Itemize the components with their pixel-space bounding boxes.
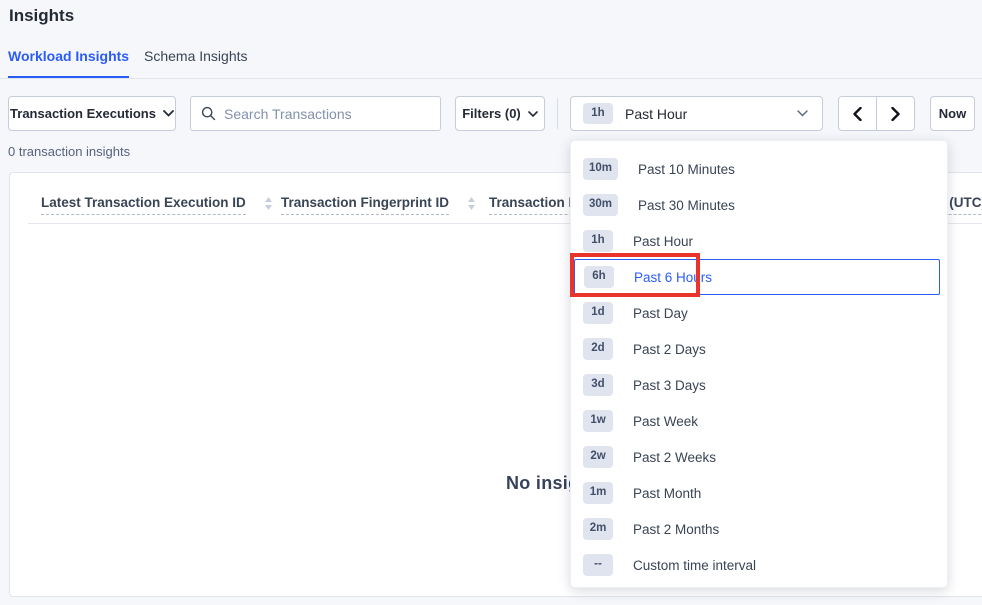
- time-option-past-10-minutes[interactable]: 10m Past 10 Minutes: [571, 151, 947, 187]
- time-option-past-month[interactable]: 1m Past Month: [571, 475, 947, 511]
- now-label: Now: [939, 106, 966, 121]
- search-box[interactable]: [190, 96, 441, 131]
- tab-schema-insights[interactable]: Schema Insights: [144, 48, 248, 76]
- filters-button[interactable]: Filters (0): [455, 96, 545, 131]
- chevron-down-icon: [797, 110, 808, 117]
- time-option-past-3-days[interactable]: 3d Past 3 Days: [571, 367, 947, 403]
- transaction-type-label: Transaction Executions: [10, 106, 156, 121]
- chevron-down-icon: [528, 111, 538, 117]
- chevron-left-icon: [853, 107, 862, 121]
- filters-label: Filters (0): [462, 106, 521, 121]
- time-option-past-week[interactable]: 1w Past Week: [571, 403, 947, 439]
- sort-icon[interactable]: [264, 196, 273, 211]
- now-button[interactable]: Now: [930, 96, 975, 131]
- next-interval-button[interactable]: [877, 97, 915, 130]
- previous-interval-button[interactable]: [839, 97, 877, 130]
- transaction-type-select[interactable]: Transaction Executions: [8, 96, 176, 131]
- time-range-arrows: [838, 96, 915, 131]
- tab-workload-insights[interactable]: Workload Insights: [8, 48, 129, 78]
- time-option-past-2-months[interactable]: 2m Past 2 Months: [571, 511, 947, 547]
- toolbar-divider: [557, 98, 558, 129]
- time-interval-dropdown: 10m Past 10 Minutes 30m Past 30 Minutes …: [570, 140, 948, 588]
- time-interval-picker[interactable]: 1h Past Hour: [570, 96, 823, 131]
- time-option-past-day[interactable]: 1d Past Day: [571, 295, 947, 331]
- search-icon: [201, 106, 216, 121]
- time-option-past-hour[interactable]: 1h Past Hour: [571, 223, 947, 259]
- chevron-down-icon: [163, 110, 174, 117]
- page-title: Insights: [9, 6, 74, 26]
- search-input[interactable]: [224, 106, 430, 122]
- time-option-custom-time-interval[interactable]: -- Custom time interval: [571, 547, 947, 583]
- time-option-past-2-weeks[interactable]: 2w Past 2 Weeks: [571, 439, 947, 475]
- time-option-past-6-hours[interactable]: 6h Past 6 Hours: [574, 259, 940, 295]
- column-header-transaction-fingerprint-id[interactable]: Transaction Fingerprint ID: [281, 195, 476, 215]
- time-interval-label: Past Hour: [625, 106, 687, 122]
- insights-count: 0 transaction insights: [8, 144, 130, 159]
- time-option-past-30-minutes[interactable]: 30m Past 30 Minutes: [571, 187, 947, 223]
- time-interval-badge: 1h: [583, 103, 613, 125]
- column-header-latest-transaction-execution-id[interactable]: Latest Transaction Execution ID: [41, 195, 273, 215]
- sort-icon[interactable]: [467, 196, 476, 211]
- time-option-past-2-days[interactable]: 2d Past 2 Days: [571, 331, 947, 367]
- tab-bar: Workload Insights Schema Insights: [0, 46, 982, 79]
- chevron-right-icon: [891, 107, 900, 121]
